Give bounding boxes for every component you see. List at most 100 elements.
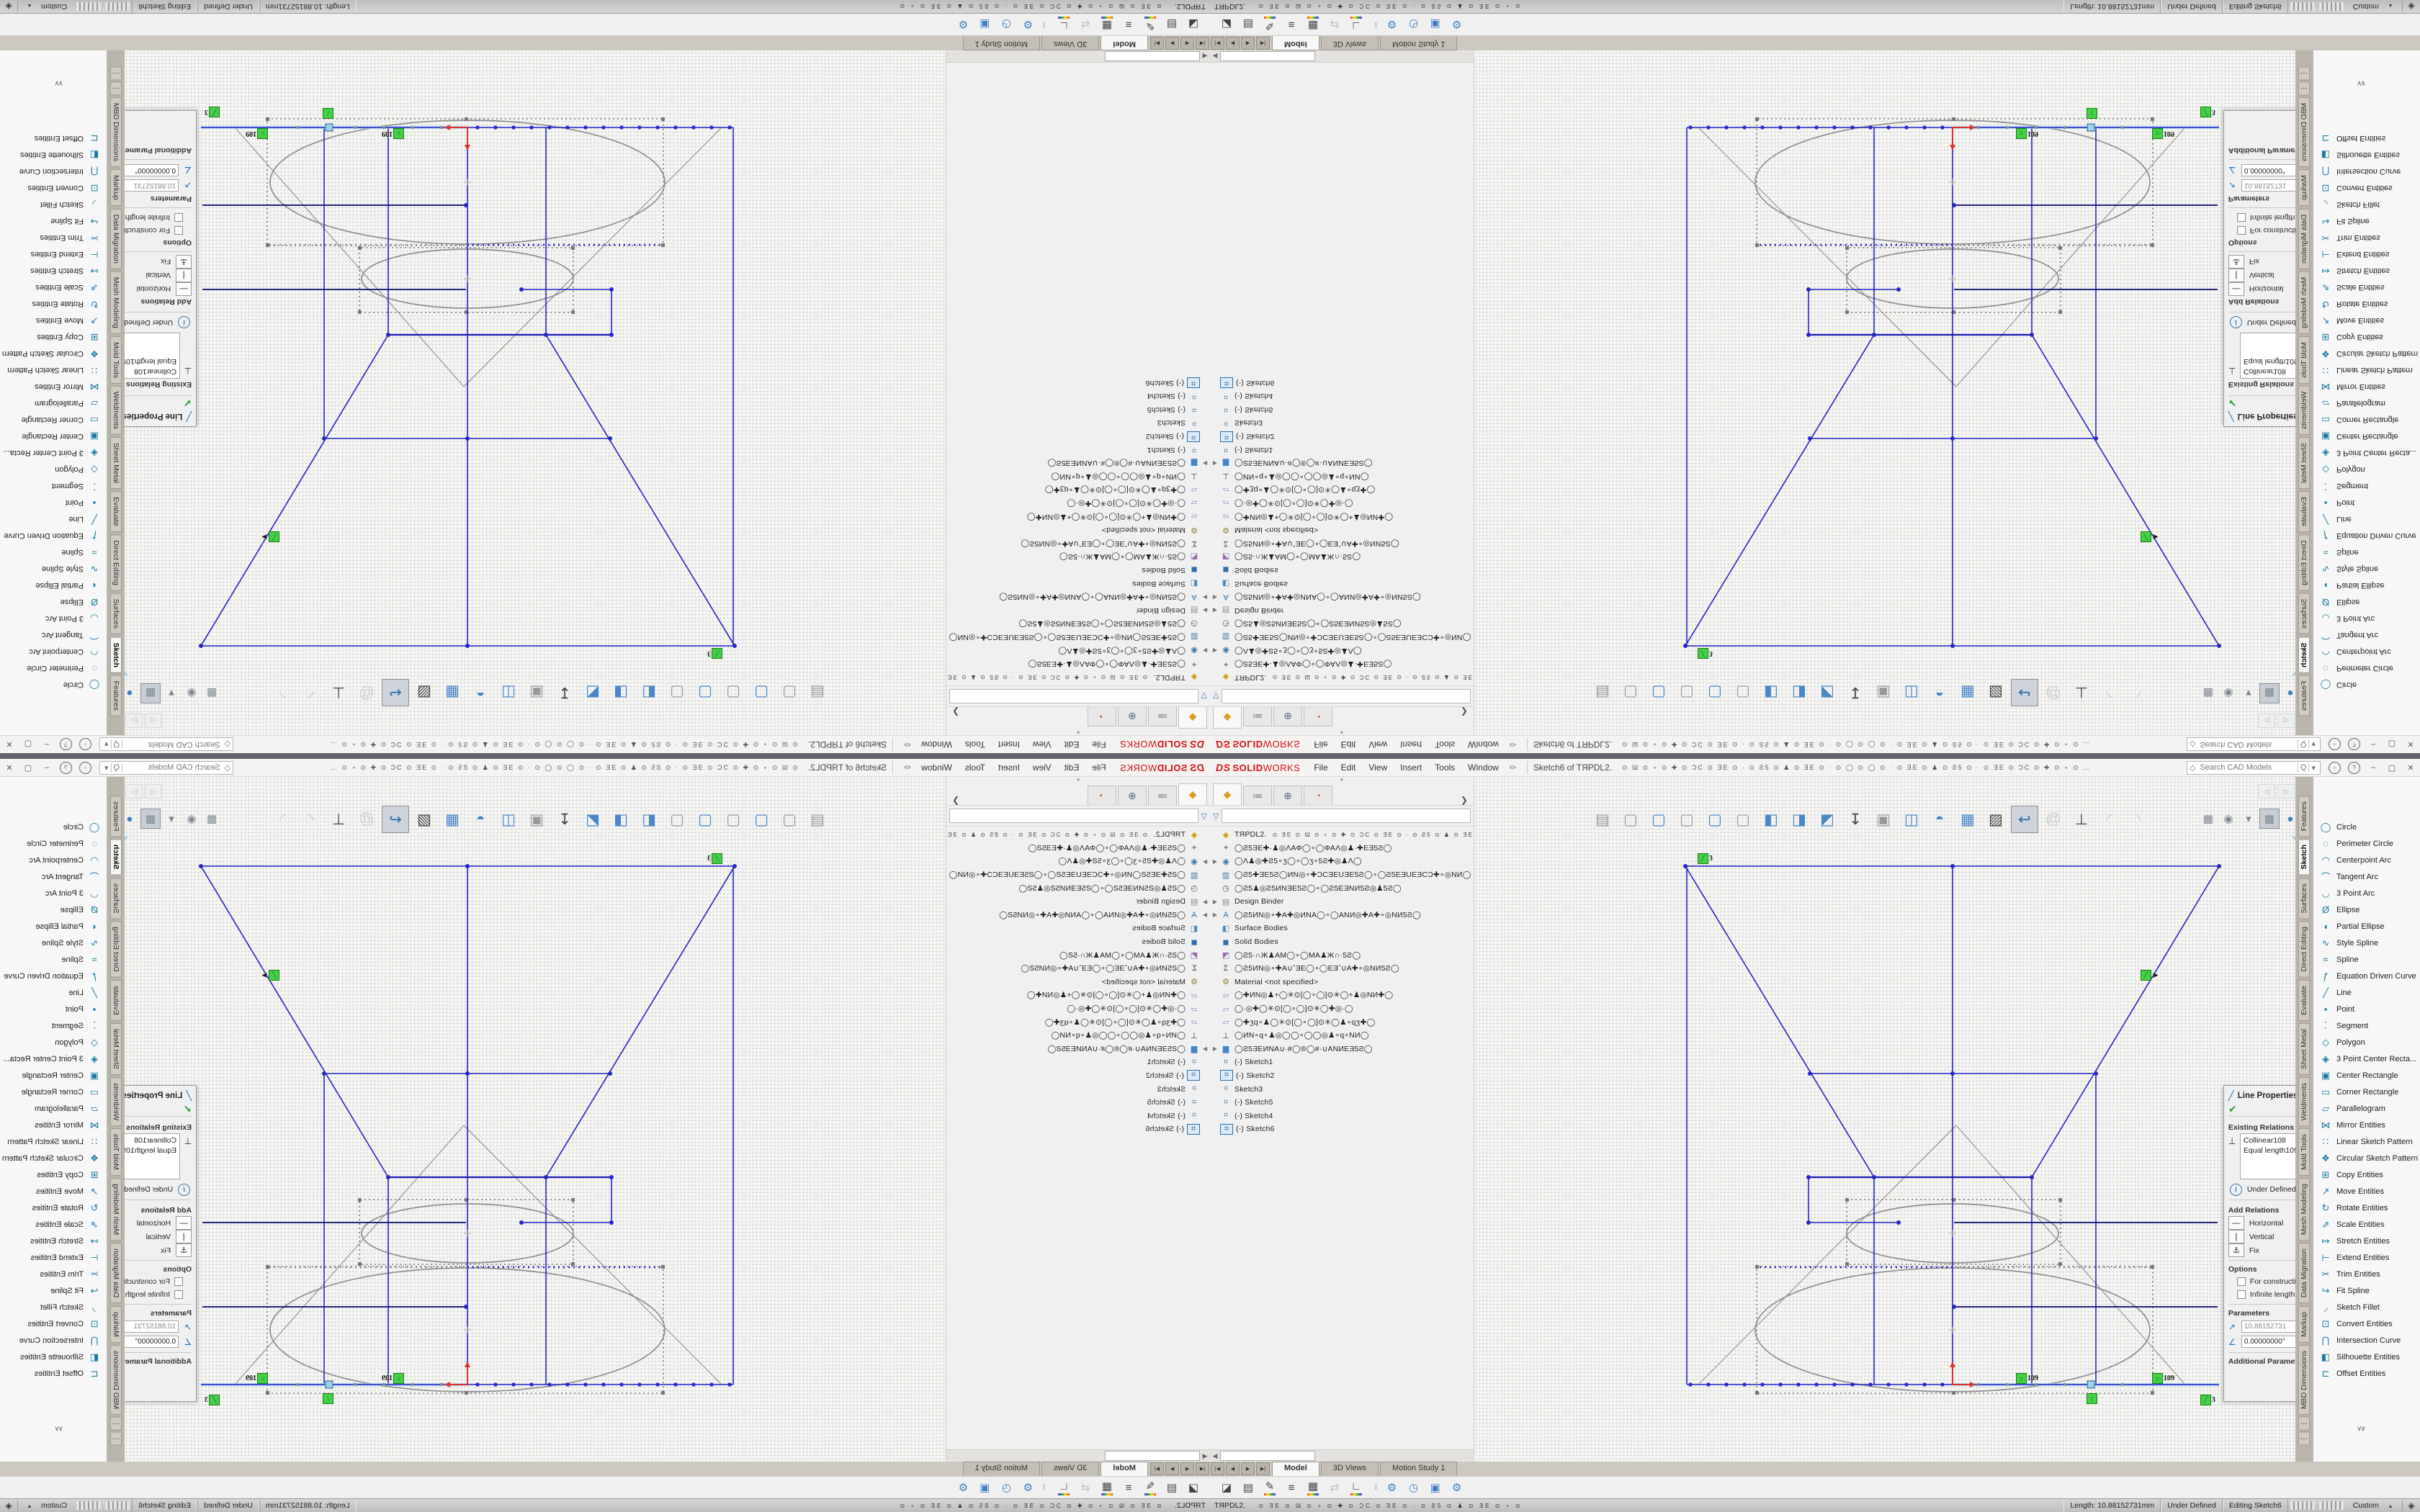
tree-item[interactable]: ⌗(-) Sketch2 — [1210, 430, 1474, 444]
tree-item[interactable]: ◆TЯPDL2.⊙ ƎE ⊙ Ɯ ⊙ ∘ ⊙ ✚ ⊙ ƆC ⊙ ƎE ⊙ · ⊙… — [1210, 670, 1474, 684]
help-icon[interactable]: ? — [2348, 739, 2360, 751]
doctab-model[interactable]: Model — [1272, 36, 1319, 50]
view-icon-0[interactable]: ▦ — [2199, 684, 2218, 703]
headsup-icon-5[interactable]: ▢ — [664, 806, 690, 832]
tool-corner-rectangle[interactable]: ▭Corner Rectangle — [2313, 412, 2420, 428]
tree-item[interactable]: ✦◯Ƨ5ƎE✚·♟◎ΛΑΦ◯∘◯ΦΑΛ◎♟·✚EƎ5Ƨ◯ — [1210, 657, 1474, 671]
user-icon[interactable]: ◦ — [2329, 762, 2341, 774]
equal-length-badge-1[interactable]: =109 — [2016, 1373, 2038, 1384]
headsup-icon-15[interactable]: ↩ — [382, 679, 409, 706]
bottom-tool-1[interactable]: ▤ — [1162, 1479, 1181, 1496]
tool-convert-entities[interactable]: ⊡Convert Entities — [2313, 1315, 2420, 1332]
feature-tab-0[interactable]: ◆ — [1178, 707, 1207, 729]
bottom-tool-2[interactable]: ✎ — [1141, 1479, 1160, 1496]
headsup-icon-14[interactable]: ▨ — [411, 806, 437, 832]
expand-icon[interactable]: ▶ — [1210, 594, 1220, 600]
feature-tab-2[interactable]: ⊕ — [1118, 786, 1147, 805]
tree-item[interactable]: ▱◯✚ʒq∘♟◯✳⊙[◯∘◯]⊙✳◯♟∘qʒ✚◯ — [1210, 1015, 1474, 1029]
search-box[interactable]: ◇ Q ▾ — [99, 738, 233, 752]
tab-nav-0[interactable]: |◀ — [1196, 1462, 1209, 1475]
tool-trim-entities[interactable]: ✂Trim Entities — [2313, 1266, 2420, 1282]
tool-centerpoint-arc[interactable]: ◠Centerpoint Arc — [0, 644, 107, 660]
bottom-tool-3[interactable]: ≡ — [1282, 16, 1301, 33]
sketch-triangle-right[interactable] — [1956, 127, 2185, 387]
tab-sketch[interactable]: Sketch — [2298, 839, 2310, 875]
view-icon-3[interactable]: ▩ — [140, 683, 161, 703]
tree-item[interactable]: ⊥◯ИN∘q∘♟◎◯◯∘◯◯◎♟∘q∘NИ◯ — [1210, 1029, 1474, 1043]
tree-item[interactable]: ⚙Material <not specified> — [946, 523, 1210, 537]
search-dropdown-icon[interactable]: ▾ — [2308, 740, 2318, 750]
tree-item[interactable]: ◼Solid Bodies — [946, 935, 1210, 949]
bottom-tool-5[interactable]: ⇄ — [1325, 16, 1344, 33]
relation-entry[interactable]: Equal length109 — [125, 1146, 176, 1156]
tab-mold-tools[interactable]: Mold Tools — [2298, 1128, 2310, 1176]
headsup-icon-19[interactable]: ◝ — [269, 806, 295, 832]
relation-entry[interactable]: Collinear108 — [125, 1135, 176, 1146]
headsup-icon-2[interactable]: ▢ — [748, 806, 774, 832]
tool-parallelogram[interactable]: ▱Parallelogram — [0, 1100, 107, 1117]
selection-handles[interactable] — [1755, 1198, 2154, 1395]
search-icon[interactable]: Q — [112, 763, 123, 772]
tab-data-migration[interactable]: Data Migration — [2298, 209, 2310, 269]
tab-surfaces[interactable]: Surfaces — [110, 593, 122, 634]
tab-markup[interactable]: Markup — [2298, 1306, 2310, 1343]
tree-item[interactable]: ◩◯Ƨ5·∩Ж♟ΑM◯∘◯MΑ♟Ж∩·5Ƨ◯ — [946, 550, 1210, 564]
tree-item[interactable]: ▥◯Ƨ5✚ƎE5Ƨ◯ИN◎∘✚ƆCƎEUƎE5Ƨ◯∘◯Ƨ5EƎUEƎCƆ✚∘◎N… — [1210, 631, 1474, 644]
tool-partial-ellipse[interactable]: ◖Partial Ellipse — [2313, 918, 2420, 935]
pin-icon[interactable]: ✎ — [1507, 738, 1519, 750]
headsup-icon-16[interactable]: @ — [354, 806, 380, 832]
add-relation-fix[interactable]: ⚓Fix — [2228, 255, 2295, 269]
tree-item[interactable]: ⌗Sketch3 — [946, 1082, 1210, 1096]
feature-tab-1[interactable]: ≔ — [1243, 707, 1272, 726]
relation-entry[interactable]: Equal length109 — [125, 356, 176, 366]
headsup-icon-9[interactable]: ↧ — [1842, 806, 1868, 832]
relation-badge-top[interactable]: ╱3 — [1698, 853, 1713, 864]
feature-tab-0[interactable]: ◆ — [1178, 783, 1207, 805]
bottom-tool-0[interactable]: ◪ — [1184, 1479, 1203, 1496]
tool-fit-spline[interactable]: ↪Fit Spline — [0, 1282, 107, 1299]
tool-partial-ellipse[interactable]: ◖Partial Ellipse — [0, 577, 107, 594]
parameter-value[interactable]: 0.00000000° — [2241, 164, 2295, 176]
parameter-value[interactable]: 10.88152731 — [2241, 179, 2295, 192]
sketch-triangle-left[interactable] — [1698, 1125, 1956, 1385]
panel-splitter[interactable]: ● — [946, 777, 1210, 783]
graphics-area[interactable]: ▤▢▢▢▢▢◧◨◩↧▣◫◓▦▨↩@⊥◜◝ ◁▷–▢✕ ▦◉▾▩●◐◻ ⟲ ✕ ╱… — [1474, 777, 2295, 1462]
tab-sketch[interactable]: Sketch — [2298, 636, 2310, 672]
menu-view[interactable]: View — [1362, 739, 1394, 750]
parameters-header[interactable]: Parameters∧ — [125, 193, 192, 205]
tool-parallelogram[interactable]: ▱Parallelogram — [2313, 1100, 2420, 1117]
tool-circular-sketch-pattern[interactable]: ❖Circular Sketch Pattern — [0, 346, 107, 362]
tab-⋮[interactable]: ⋮ — [2298, 1417, 2310, 1431]
tree-item[interactable]: ▱◯✚ʒq∘♟◯✳⊙[◯∘◯]⊙✳◯♟∘qʒ✚◯ — [946, 483, 1210, 497]
menu-insert[interactable]: Insert — [992, 762, 1026, 773]
tool-equation-driven-curve[interactable]: ƒEquation Driven Curve — [0, 968, 107, 984]
tool-3-point-arc[interactable]: ◡3 Point Arc — [0, 611, 107, 627]
checkbox-icon[interactable] — [2237, 1290, 2246, 1299]
tree-item[interactable]: ⌗Sketch3 — [1210, 1082, 1474, 1096]
status-custom-dropdown[interactable]: Custom▴ — [2346, 1501, 2399, 1510]
headsup-icon-2[interactable]: ▢ — [1646, 806, 1672, 832]
headsup-icon-11[interactable]: ◫ — [1899, 680, 1924, 706]
tab-nav-1[interactable]: ◀ — [1226, 37, 1240, 50]
tool-move-entities[interactable]: ↗Move Entities — [2313, 312, 2420, 329]
headsup-icon-5[interactable]: ▢ — [1730, 680, 1756, 706]
add-relation-fix[interactable]: ⚓Fix — [2228, 1243, 2295, 1257]
headsup-icon-8[interactable]: ◩ — [580, 680, 606, 706]
bottom-tool-6[interactable]: ∟ — [1347, 1479, 1366, 1496]
feature-tab-0[interactable]: ◆ — [1213, 707, 1242, 729]
expand-icon[interactable]: ▶ — [1200, 899, 1210, 905]
relation-badge-diagonal[interactable]: ╱➤ — [2141, 531, 2159, 542]
relation-badge-corner[interactable]: ╱3 — [205, 1395, 220, 1405]
tool-style-spline[interactable]: ∿Style Spline — [2313, 935, 2420, 951]
tree-item[interactable]: ⌗(-) Sketch4 — [1210, 1109, 1474, 1122]
view-icon-1[interactable]: ◉ — [182, 684, 201, 703]
sketch-triangle-right[interactable] — [235, 127, 464, 387]
relations-listbox[interactable]: Collinear108Equal length109 — [125, 333, 180, 379]
headsup-icon-16[interactable]: @ — [2040, 806, 2066, 832]
search-input[interactable] — [2198, 739, 2297, 750]
tool-copy-entities[interactable]: ⊞Copy Entities — [2313, 1166, 2420, 1183]
doctab-3d-views[interactable]: 3D Views — [1321, 36, 1379, 50]
checkbox-icon[interactable] — [174, 226, 183, 235]
parameter-value[interactable]: 10.88152731 — [125, 1320, 179, 1333]
selection-handles[interactable] — [266, 117, 665, 314]
